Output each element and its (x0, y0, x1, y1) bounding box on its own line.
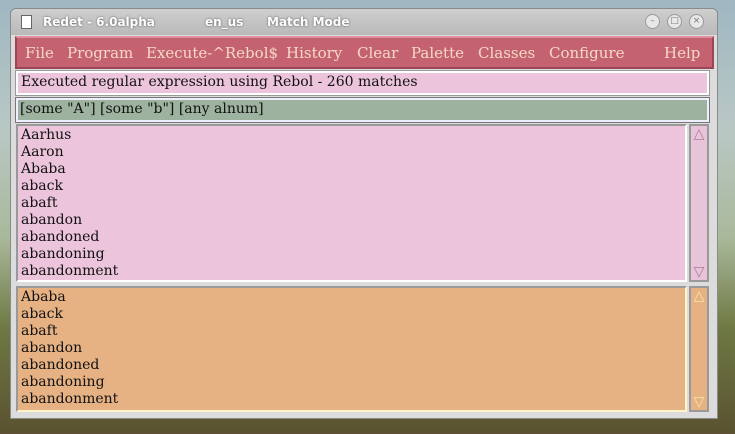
list-item: abandonment (21, 391, 119, 407)
scroll-down-icon[interactable]: ▽ (691, 264, 707, 280)
menu-palette[interactable]: Palette (411, 44, 464, 62)
list-item: abandon (21, 212, 83, 228)
redet-window: Redet - 6.0alpha en_us Match Mode – □ × … (10, 8, 718, 419)
list-item: abandoned (21, 229, 100, 245)
list-item: abaft (21, 323, 58, 339)
close-button[interactable]: × (689, 14, 704, 29)
menu-classes[interactable]: Classes (478, 44, 535, 62)
menu-help[interactable]: Help (664, 44, 700, 62)
regex-input[interactable]: [some "A"] [some "b"] [any alnum] (15, 97, 710, 123)
list-item: abandoning (21, 246, 105, 262)
list-item: aback (21, 306, 63, 322)
list-item: abaft (21, 195, 58, 211)
window-title: Redet - 6.0alpha (43, 15, 155, 29)
match-list[interactable]: Ababa aback abaft abandon abandoned aban… (16, 286, 687, 412)
menu-program[interactable]: Program (67, 44, 133, 62)
scroll-up-icon[interactable]: △ (691, 126, 707, 142)
status-bar: Executed regular expression using Rebol … (15, 70, 710, 96)
locale-label: en_us (205, 15, 244, 29)
list-item: Ababa (21, 289, 66, 305)
menu-file[interactable]: File (25, 44, 54, 62)
mode-label: Match Mode (267, 15, 350, 29)
menu-bar: File Program Execute-^Rebol$ History Cle… (15, 36, 714, 69)
menu-history[interactable]: History (286, 44, 342, 62)
list-item: abandonment (21, 263, 119, 279)
maximize-button[interactable]: □ (667, 14, 682, 29)
input-list[interactable]: Aarhus Aaron Ababa aback abaft abandon a… (16, 124, 687, 282)
scroll-up-icon[interactable]: △ (691, 288, 707, 304)
list-item: aback (21, 178, 63, 194)
minimize-button[interactable]: – (645, 14, 660, 29)
match-list-scrollbar[interactable]: △ ▽ (689, 286, 709, 412)
list-item: Aarhus (21, 127, 72, 143)
title-bar[interactable]: Redet - 6.0alpha en_us Match Mode – □ × (11, 9, 717, 35)
list-item: Aaron (21, 144, 64, 160)
menu-configure[interactable]: Configure (549, 44, 624, 62)
menu-clear[interactable]: Clear (357, 44, 398, 62)
menu-execute[interactable]: Execute-^Rebol$ (146, 44, 278, 62)
list-item: Ababa (21, 161, 66, 177)
list-item: abandoning (21, 374, 105, 390)
list-item: abandon (21, 340, 83, 356)
list-item: abandoned (21, 357, 100, 373)
input-list-scrollbar[interactable]: △ ▽ (689, 124, 709, 282)
document-icon (21, 15, 32, 29)
scroll-down-icon[interactable]: ▽ (691, 394, 707, 410)
